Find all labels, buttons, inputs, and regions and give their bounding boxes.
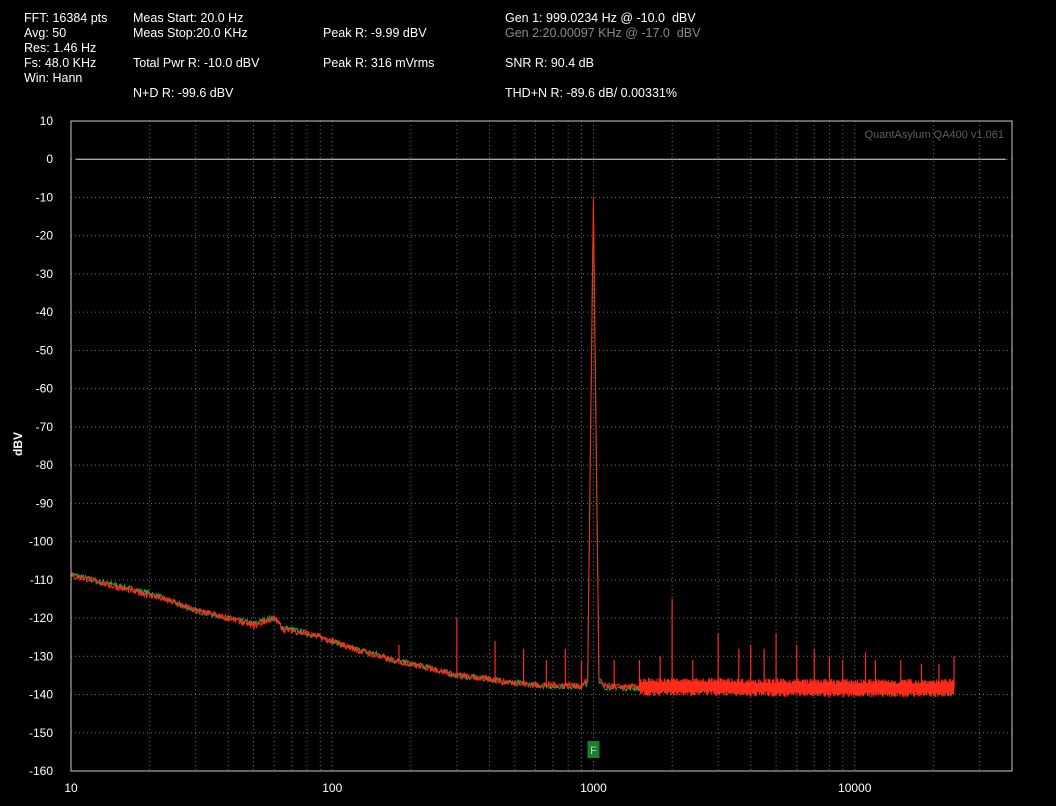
y-axis-ticks: 10 0 -10 -20 -30 -40 -50 -60 -70 -80 -90 -100 -110 -1…	[29, 114, 53, 778]
series-green-line	[70, 205, 955, 698]
y-tick-label: -100	[29, 535, 53, 549]
y-tick-label: -90	[36, 496, 54, 510]
series-layer	[70, 197, 955, 698]
noise-floor-dense	[639, 677, 955, 698]
x-tick-label: 10000	[838, 781, 872, 795]
y-tick-label: -30	[36, 267, 54, 281]
y-tick-label: -80	[36, 458, 54, 472]
x-tick-label: 10	[64, 781, 78, 795]
y-tick-label: -10	[36, 190, 54, 204]
y-tick-label: -40	[36, 305, 54, 319]
y-tick-label: 10	[40, 114, 54, 128]
y-tick-label: -110	[30, 573, 53, 587]
series-red-line	[70, 197, 955, 694]
x-tick-label: 1000	[580, 781, 607, 795]
y-tick-label: -60	[36, 382, 54, 396]
marker-label: F	[590, 745, 597, 757]
plot-frame	[70, 120, 1013, 772]
watermark: QuantAsylum QA400 v1.061	[865, 129, 1004, 141]
y-tick-label: -70	[36, 420, 54, 434]
spectrum-chart: 100-10-20-30-40-50-60-70-80-90-100-110-1…	[29, 114, 1013, 795]
x-tick-label: 100	[322, 781, 342, 795]
y-tick-label: -130	[29, 649, 53, 663]
y-tick-label: -160	[29, 764, 53, 778]
x-axis-ticks: 10 100 1000 10000	[64, 781, 871, 795]
grid	[71, 120, 1013, 771]
y-tick-label: -20	[36, 229, 54, 243]
y-tick-label: -120	[29, 611, 53, 625]
y-tick-label: -140	[29, 688, 53, 702]
fundamental-marker[interactable]: F	[587, 741, 600, 758]
y-tick-label: 0	[46, 152, 53, 166]
y-tick-label: -150	[29, 726, 53, 740]
y-tick-label: -50	[36, 343, 54, 357]
